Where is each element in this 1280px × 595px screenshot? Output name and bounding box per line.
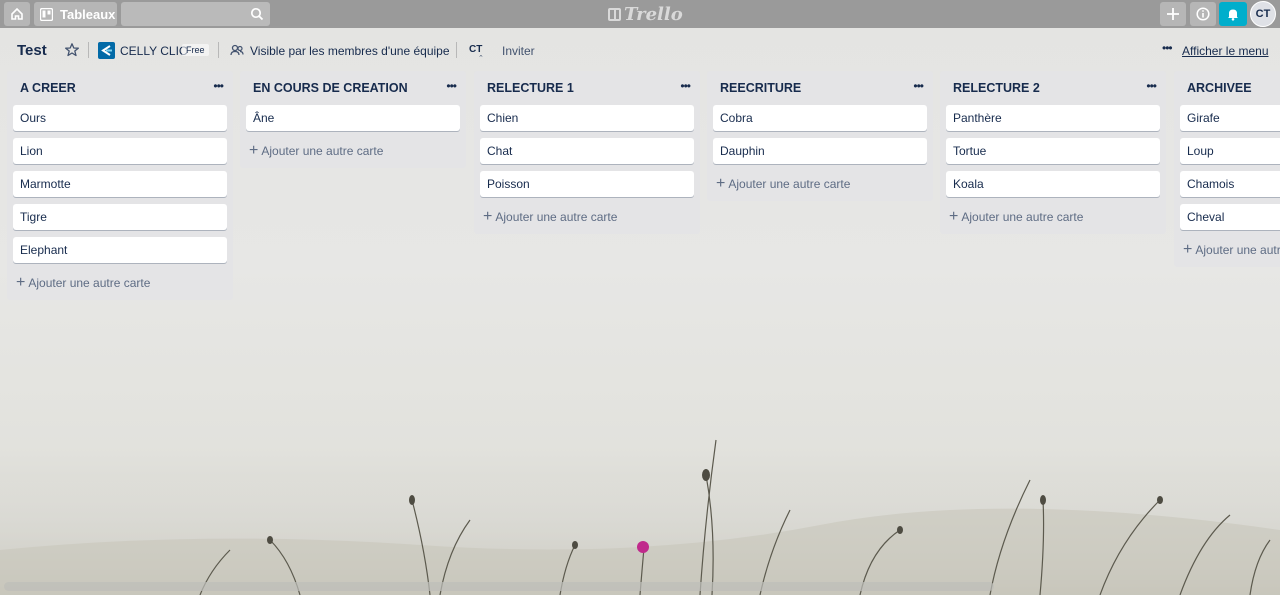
card[interactable]: Elephant xyxy=(13,237,227,263)
card[interactable]: Koala xyxy=(946,171,1160,197)
list-title[interactable]: A CREER xyxy=(20,81,76,95)
show-menu-link[interactable]: Afficher le menu xyxy=(1182,44,1269,58)
background-meadow-image xyxy=(0,439,1280,595)
list-menu-icon[interactable]: ••• xyxy=(913,79,924,93)
bell-icon xyxy=(1228,9,1238,21)
board-visibility[interactable]: Visible par les membres d'une équipe xyxy=(250,44,450,58)
list-title[interactable]: REECRITURE xyxy=(720,81,801,95)
list-header[interactable]: RELECTURE 2 ••• xyxy=(940,71,1166,105)
list-title[interactable]: ARCHIVEE xyxy=(1187,81,1252,95)
list-a-creer: A CREER ••• Ours Lion Marmotte Tigre Ele… xyxy=(7,71,233,300)
card[interactable]: Âne xyxy=(246,105,460,131)
search-input[interactable] xyxy=(121,2,270,26)
trello-logo-icon xyxy=(608,7,621,21)
plus-icon: + xyxy=(249,142,259,159)
boards-button[interactable]: Tableaux xyxy=(34,2,117,26)
home-button[interactable] xyxy=(4,2,30,26)
card[interactable]: Tigre xyxy=(13,204,227,230)
add-card-button[interactable]: + Ajouter une autre carte xyxy=(480,204,694,230)
card[interactable]: Cobra xyxy=(713,105,927,131)
add-card-label: Ajouter une autre carte xyxy=(495,210,618,224)
list-reecriture: REECRITURE ••• Cobra Dauphin + Ajouter u… xyxy=(707,71,933,201)
card[interactable]: Loup xyxy=(1180,138,1280,164)
info-icon xyxy=(1196,7,1210,21)
card[interactable]: Panthère xyxy=(946,105,1160,131)
create-button[interactable] xyxy=(1160,2,1186,26)
header-divider xyxy=(218,42,219,58)
user-avatar[interactable]: CT xyxy=(1250,1,1276,27)
list-archivee: ARCHIVEE ••• Girafe Loup Chamois Cheval … xyxy=(1174,71,1280,267)
list-header[interactable]: EN COURS DE CREATION ••• xyxy=(240,71,466,105)
card[interactable]: Marmotte xyxy=(13,171,227,197)
card[interactable]: Chat xyxy=(480,138,694,164)
add-card-button[interactable]: + Ajouter une autre carte xyxy=(946,204,1160,230)
plus-icon: + xyxy=(716,175,726,192)
search-icon xyxy=(250,7,264,21)
notifications-button[interactable] xyxy=(1219,2,1247,26)
list-title[interactable]: RELECTURE 1 xyxy=(487,81,574,95)
list-relecture-1: RELECTURE 1 ••• Chien Chat Poisson + Ajo… xyxy=(474,71,700,234)
trello-logo-text: Trello xyxy=(624,3,683,25)
add-card-button[interactable]: + Ajouter une autre carte xyxy=(246,138,460,164)
board-header: Test CELLY CLIC Free Visible par les mem… xyxy=(0,30,1280,70)
boards-label: Tableaux xyxy=(60,6,116,22)
team-logo-icon[interactable] xyxy=(98,42,115,59)
plus-icon xyxy=(1167,8,1179,20)
invite-button[interactable]: Inviter xyxy=(502,44,535,58)
list-header[interactable]: A CREER ••• xyxy=(7,71,233,105)
list-menu-icon[interactable]: ••• xyxy=(446,79,457,93)
add-card-label: Ajouter une autre carte xyxy=(728,177,851,191)
plus-icon: + xyxy=(483,208,493,225)
horizontal-scrollbar[interactable] xyxy=(4,582,994,591)
card[interactable]: Chamois xyxy=(1180,171,1280,197)
plan-badge: Free xyxy=(182,44,209,56)
admin-chevron-icon: ⌃ xyxy=(478,55,484,62)
list-menu-icon[interactable]: ••• xyxy=(680,79,691,93)
home-icon xyxy=(11,7,23,20)
plus-icon: + xyxy=(16,274,26,291)
list-header[interactable]: ARCHIVEE ••• xyxy=(1174,71,1280,105)
add-card-button[interactable]: + Ajouter une autre carte xyxy=(13,270,227,296)
list-title[interactable]: EN COURS DE CREATION xyxy=(253,81,408,95)
star-icon[interactable] xyxy=(64,42,80,58)
card[interactable]: Cheval xyxy=(1180,204,1280,230)
list-menu-icon[interactable]: ••• xyxy=(213,79,224,93)
info-button[interactable] xyxy=(1190,2,1216,26)
add-card-label: Ajouter une autre carte xyxy=(961,210,1084,224)
list-en-cours-de-creation: EN COURS DE CREATION ••• Âne + Ajouter u… xyxy=(240,71,466,168)
card[interactable]: Girafe xyxy=(1180,105,1280,131)
list-header[interactable]: RELECTURE 1 ••• xyxy=(474,71,700,105)
header-divider xyxy=(456,42,457,58)
add-card-button[interactable]: + Ajouter une autre carte xyxy=(1180,237,1280,263)
plus-icon: + xyxy=(1183,241,1193,258)
list-menu-icon[interactable]: ••• xyxy=(1146,79,1157,93)
team-visibility-icon xyxy=(230,44,244,56)
more-options-icon[interactable]: ••• xyxy=(1162,41,1173,55)
add-card-button[interactable]: + Ajouter une autre carte xyxy=(713,171,927,197)
list-relecture-2: RELECTURE 2 ••• Panthère Tortue Koala + … xyxy=(940,71,1166,234)
boards-icon xyxy=(40,7,53,21)
card[interactable]: Dauphin xyxy=(713,138,927,164)
top-navigation-bar: Tableaux Trello CT xyxy=(0,0,1280,28)
list-header[interactable]: REECRITURE ••• xyxy=(707,71,933,105)
add-card-label: Ajouter une autre carte xyxy=(1195,243,1280,257)
card[interactable]: Chien xyxy=(480,105,694,131)
card[interactable]: Lion xyxy=(13,138,227,164)
board-title[interactable]: Test xyxy=(17,42,47,59)
plus-icon: + xyxy=(949,208,959,225)
add-card-label: Ajouter une autre carte xyxy=(28,276,151,290)
list-title[interactable]: RELECTURE 2 xyxy=(953,81,1040,95)
card[interactable]: Ours xyxy=(13,105,227,131)
card[interactable]: Poisson xyxy=(480,171,694,197)
list-archivee-viewport: ARCHIVEE ••• Girafe Loup Chamois Cheval … xyxy=(1174,71,1280,271)
card[interactable]: Tortue xyxy=(946,138,1160,164)
add-card-label: Ajouter une autre carte xyxy=(261,144,384,158)
header-divider xyxy=(88,42,89,58)
team-name[interactable]: CELLY CLIC xyxy=(120,44,188,58)
trello-logo[interactable]: Trello xyxy=(608,3,683,25)
